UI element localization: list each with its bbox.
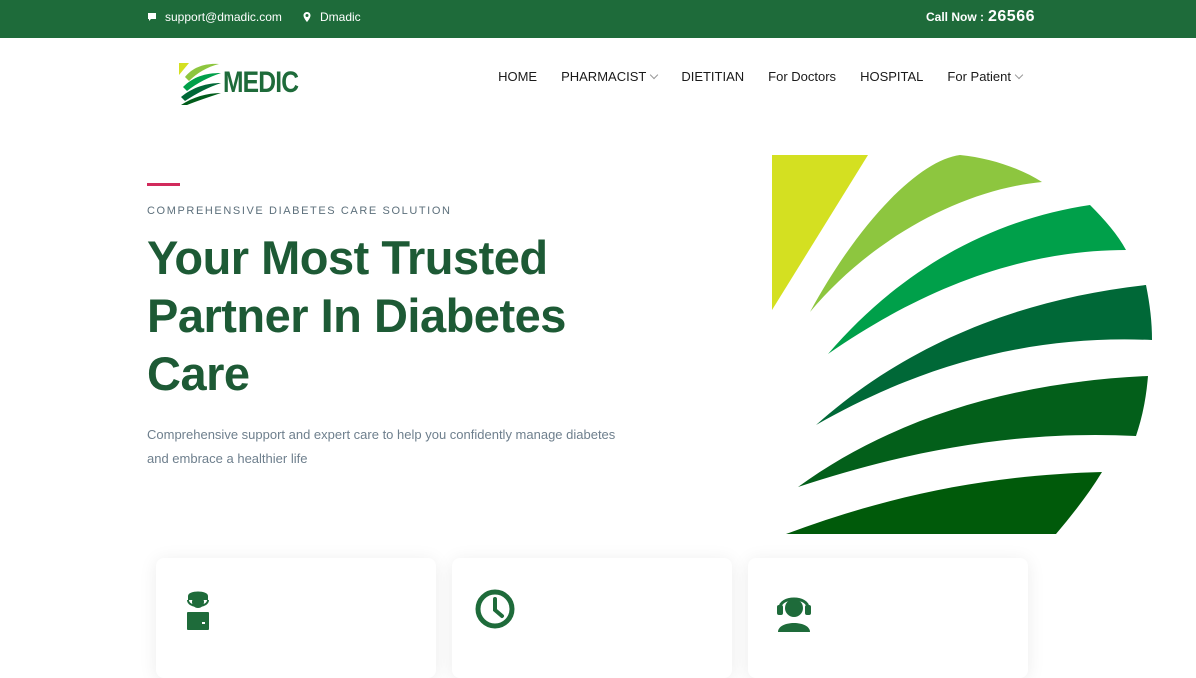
nav-dietitian-label: DIETITIAN	[681, 69, 745, 84]
email-contact[interactable]: support@dmadic.com	[147, 10, 282, 24]
feature-card[interactable]	[452, 558, 732, 678]
nav-for-patient[interactable]: For Patient	[947, 69, 1024, 84]
hero-leaf-graphic	[772, 155, 1152, 534]
location-pin-icon	[303, 12, 311, 22]
nurse-icon	[187, 591, 209, 630]
hero-eyebrow: COMPREHENSIVE DIABETES CARE SOLUTION	[147, 205, 452, 217]
nav-home-label: HOME	[498, 69, 538, 84]
nav-hospital-label: HOSPITAL	[860, 69, 924, 84]
call-label: Call Now :	[925, 10, 984, 24]
headline-line-1: Your Most Trusted	[147, 231, 548, 284]
leaf-stripe-lime	[772, 155, 868, 310]
email-text[interactable]: support@dmadic.com	[165, 10, 282, 24]
main-nav: HOME PHARMACIST DIETITIAN For Doctors HO…	[498, 69, 1024, 84]
feature-card[interactable]	[748, 558, 1028, 678]
support-agent-icon	[777, 597, 811, 632]
hero-subtext: Comprehensive support and expert care to…	[147, 427, 616, 466]
location-text: Dmadic	[320, 10, 361, 24]
site-header: MEDIC HOME PHARMACIST DIETITIAN For Doct…	[0, 38, 1196, 120]
nav-for-doctors-label: For Doctors	[768, 69, 837, 84]
top-bar: support@dmadic.com Dmadic Call Now : 265…	[0, 0, 1196, 38]
chat-icon	[148, 13, 156, 21]
nav-for-patient-label: For Patient	[947, 69, 1011, 84]
leaf-stripe-darkest	[786, 472, 1102, 534]
leaf-stripe-darker	[798, 376, 1148, 487]
headline-line-3: Care	[147, 347, 250, 400]
feature-card[interactable]	[156, 558, 436, 678]
logo-leaf-icon	[179, 63, 221, 105]
clock-icon	[475, 589, 515, 629]
chevron-down-icon	[650, 70, 659, 79]
accent-line	[147, 183, 180, 186]
hero-headline: Your Most Trusted Partner In Diabetes Ca…	[147, 229, 667, 403]
nav-dietitian[interactable]: DIETITIAN	[681, 69, 744, 84]
chevron-down-icon	[1014, 70, 1024, 79]
hero-section: COMPREHENSIVE DIABETES CARE SOLUTION You…	[147, 183, 667, 471]
nav-home[interactable]: HOME	[498, 69, 537, 84]
location-contact: Dmadic	[302, 10, 361, 24]
nav-pharmacist[interactable]: PHARMACIST	[561, 69, 659, 84]
call-now[interactable]: Call Now : 26566	[926, 8, 1035, 26]
site-logo[interactable]: MEDIC	[179, 61, 315, 105]
logo-text: MEDIC	[223, 66, 299, 99]
headline-line-2: Partner In Diabetes	[147, 289, 566, 342]
nav-hospital[interactable]: HOSPITAL	[860, 69, 923, 84]
nav-pharmacist-label: PHARMACIST	[561, 69, 647, 84]
nav-for-doctors[interactable]: For Doctors	[768, 69, 836, 84]
feature-cards	[156, 558, 1028, 678]
call-number[interactable]: 26566	[988, 8, 1035, 26]
